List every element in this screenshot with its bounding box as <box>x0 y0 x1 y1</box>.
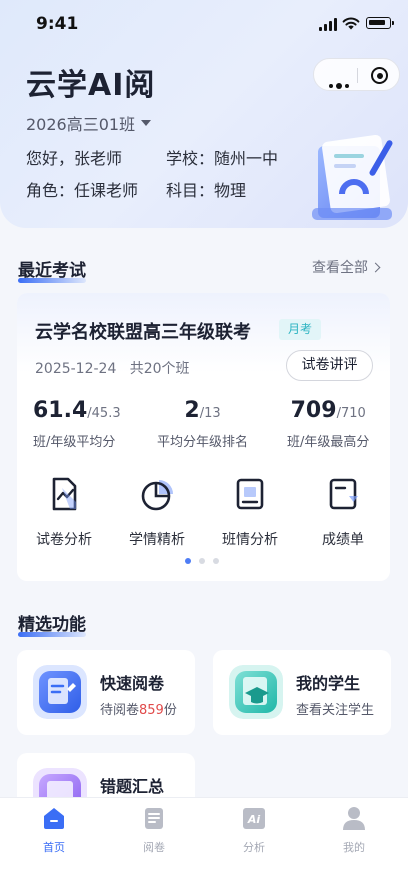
tool-learning-analysis[interactable]: 学情精析 <box>117 476 197 549</box>
tool-score-sheet[interactable]: 成绩单 <box>303 476 383 549</box>
exam-date-classes: 2025-12-24 共20个班 <box>35 361 190 377</box>
stat-highest: 709/710 班/年级最高分 <box>287 398 370 450</box>
status-time: 9:41 <box>36 14 79 34</box>
exam-card[interactable]: 云学名校联盟高三年级联考 月考 2025-12-24 共20个班 试卷讲评 61… <box>17 293 390 581</box>
stat-rank: 2/13 平均分年级排名 <box>157 398 249 450</box>
pager-dot[interactable] <box>185 558 191 564</box>
close-target-icon[interactable] <box>371 67 388 84</box>
carousel-pager <box>185 558 219 564</box>
home-icon <box>44 808 64 829</box>
features-title: 精选功能 <box>18 615 86 637</box>
battery-icon <box>366 17 394 29</box>
caret-down-icon <box>141 120 152 126</box>
ai-analysis-icon: Ai <box>243 808 265 829</box>
class-name: 2026高三01班 <box>26 115 136 134</box>
see-all-link[interactable]: 查看全部 <box>312 257 381 277</box>
tool-label: 班情分析 <box>222 532 278 548</box>
grading-icon <box>145 808 163 829</box>
greeting: 您好，张老师 <box>26 149 123 168</box>
feature-sub: 查看关注学生 <box>296 703 375 718</box>
stat-average: 61.4/45.3 班/年级平均分 <box>33 398 121 450</box>
feature-sub: 待阅卷859份 <box>100 703 177 718</box>
pie-chart-icon <box>141 480 173 511</box>
header: 9:41 云学AI阅 2026高三01班 您好，张老师 学校：随州一中 角色：任… <box>0 0 408 228</box>
subject-info: 科目：物理 <box>166 181 247 200</box>
score-sheet-icon <box>329 478 358 510</box>
cellular-signal-icon <box>319 18 339 31</box>
exam-type-badge: 月考 <box>279 319 321 340</box>
tab-label: 阅卷 <box>143 841 165 854</box>
more-icon[interactable] <box>329 73 352 92</box>
feature-name: 我的学生 <box>296 674 361 693</box>
tab-label: 首页 <box>43 841 65 854</box>
paper-review-button[interactable]: 试卷讲评 <box>286 350 373 381</box>
feature-name: 快速阅卷 <box>100 674 165 693</box>
quick-grading-icon <box>33 665 87 719</box>
document-illustration-icon <box>312 134 393 220</box>
tool-label: 试卷分析 <box>36 532 92 548</box>
capsule-divider <box>357 68 358 83</box>
paper-chart-icon <box>52 477 77 511</box>
svg-text:Ai: Ai <box>247 813 261 826</box>
class-selector[interactable]: 2026高三01班 <box>26 111 152 135</box>
app-title: 云学AI阅 <box>26 68 156 103</box>
student-cap-icon <box>229 665 283 719</box>
exam-title: 云学名校联盟高三年级联考 <box>35 322 251 343</box>
tool-paper-analysis[interactable]: 试卷分析 <box>24 476 104 549</box>
tab-grading[interactable]: 阅卷 <box>124 806 184 855</box>
tool-label: 学情精析 <box>129 532 185 548</box>
pending-count: 859 <box>139 703 164 718</box>
tool-label: 成绩单 <box>322 532 364 548</box>
role-info: 角色：任课老师 <box>26 181 139 200</box>
pager-dot[interactable] <box>213 558 219 564</box>
feature-quick-grading[interactable]: 快速阅卷 待阅卷859份 <box>17 650 195 735</box>
wifi-icon <box>342 17 360 30</box>
tab-bar: 首页 阅卷 Ai 分析 我的 <box>0 797 408 883</box>
tab-label: 分析 <box>243 841 265 854</box>
feature-name: 错题汇总 <box>100 777 165 796</box>
pager-dot[interactable] <box>199 558 205 564</box>
see-all-label: 查看全部 <box>312 260 368 276</box>
school-info: 学校：随州一中 <box>166 149 279 168</box>
tab-label: 我的 <box>343 841 365 854</box>
class-report-icon <box>236 478 264 510</box>
profile-icon <box>343 807 365 830</box>
tab-analysis[interactable]: Ai 分析 <box>224 806 284 855</box>
miniprogram-capsule <box>313 58 400 91</box>
recent-exam-title: 最近考试 <box>18 261 86 283</box>
status-bar: 9:41 <box>0 0 408 50</box>
tab-profile[interactable]: 我的 <box>324 806 384 855</box>
chevron-right-icon <box>370 262 381 272</box>
tab-home[interactable]: 首页 <box>24 806 84 855</box>
tool-class-analysis[interactable]: 班情分析 <box>210 476 290 549</box>
feature-my-students[interactable]: 我的学生 查看关注学生 <box>213 650 391 735</box>
